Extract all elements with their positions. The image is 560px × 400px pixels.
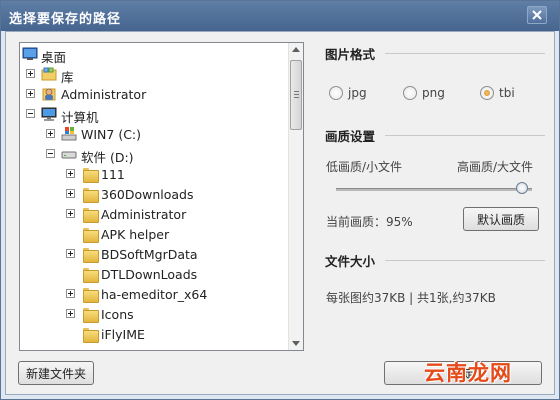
dialog-title: 选择要保存的路径 (9, 12, 122, 27)
tree-item[interactable]: 111 (20, 164, 288, 184)
tree-item-label: Administrator (101, 207, 187, 222)
tree-scrollbar[interactable] (288, 43, 303, 350)
size-section-title: 文件大小 (325, 254, 376, 269)
tree-item-label: Icons (101, 307, 134, 322)
expand-icon[interactable] (66, 249, 75, 258)
desktop-icon (22, 46, 38, 62)
expand-icon[interactable] (26, 69, 35, 78)
collapse-icon[interactable] (46, 149, 55, 158)
current-quality-text: 当前画质：95% (326, 215, 413, 229)
library-icon (41, 66, 57, 82)
title-bar[interactable]: 选择要保存的路径 (1, 1, 559, 31)
high-quality-label: 高画质/大文件 (457, 160, 534, 174)
close-button[interactable] (527, 6, 547, 24)
tree-item[interactable]: Administrator (20, 84, 288, 104)
tree-item[interactable]: Administrator (20, 204, 288, 224)
user-icon (41, 86, 57, 102)
radio-button[interactable] (403, 86, 417, 100)
folder-icon (83, 167, 99, 183)
windows-drive-icon (61, 126, 77, 142)
format-divider (385, 53, 545, 54)
folder-tree[interactable]: 桌面库 Administrator 计算机 WIN7 (C:) 软件 (D:) 111 36… (19, 42, 304, 351)
tree-item[interactable]: 桌面 (20, 44, 288, 65)
tree-item[interactable]: Icons (20, 304, 288, 324)
tree-item-label: APK helper (101, 227, 170, 242)
expand-icon[interactable] (66, 309, 75, 318)
tree-item-label: WIN7 (C:) (81, 127, 142, 142)
radio-button[interactable] (480, 86, 494, 100)
quality-slider-thumb[interactable] (516, 182, 529, 194)
folder-tree-items: 桌面库 Administrator 计算机 WIN7 (C:) 软件 (D:) 111 36… (20, 43, 288, 350)
computer-icon (41, 106, 57, 122)
low-quality-label: 低画质/小文件 (326, 160, 403, 174)
folder-icon (83, 267, 99, 283)
watermark-logo: 云南龙网 (424, 361, 512, 385)
scroll-thumb[interactable] (290, 60, 302, 130)
tree-item[interactable]: ha-emeditor_x64 (20, 284, 288, 304)
folder-icon (83, 247, 99, 263)
collapse-icon[interactable] (26, 109, 35, 118)
tree-item[interactable]: 计算机 (20, 104, 288, 125)
tree-item-label: 111 (101, 167, 125, 182)
drive-icon (61, 146, 77, 162)
tree-item[interactable]: iFlyIME (20, 324, 288, 344)
new-folder-button[interactable]: 新建文件夹 (18, 361, 94, 385)
folder-icon (83, 187, 99, 203)
scroll-down-icon[interactable] (292, 341, 300, 346)
radio-label: jpg (348, 86, 367, 100)
radio-label: tbi (499, 86, 515, 100)
expand-icon[interactable] (46, 129, 55, 138)
expand-icon[interactable] (26, 89, 35, 98)
close-icon (532, 10, 542, 20)
tree-item-label: BDSoftMgrData (101, 247, 198, 262)
tree-item[interactable]: BDSoftMgrData (20, 244, 288, 264)
tree-item-label: 360Downloads (101, 187, 194, 202)
expand-icon[interactable] (66, 209, 75, 218)
tree-item[interactable]: 软件 (D:) (20, 144, 288, 165)
quality-section-title: 画质设置 (325, 129, 376, 144)
scroll-up-icon[interactable] (292, 47, 300, 52)
expand-icon[interactable] (66, 189, 75, 198)
tree-item[interactable]: APK helper (20, 224, 288, 244)
size-divider (385, 260, 545, 261)
tree-item[interactable]: 库 (20, 64, 288, 85)
quality-divider (385, 135, 545, 136)
tree-item-label: DTLDownLoads (101, 267, 198, 282)
tree-item[interactable]: DTLDownLoads (20, 264, 288, 284)
quality-slider-track[interactable] (336, 188, 532, 191)
folder-icon (83, 207, 99, 223)
tree-item[interactable]: 360Downloads (20, 184, 288, 204)
folder-icon (83, 327, 99, 343)
tree-item-label: Administrator (61, 87, 147, 102)
expand-icon[interactable] (66, 289, 75, 298)
radio-button[interactable] (329, 86, 343, 100)
tree-item-label: iFlyIME (101, 327, 145, 342)
grip-icon (294, 91, 299, 98)
tree-item-label: ha-emeditor_x64 (101, 287, 208, 302)
folder-icon (83, 287, 99, 303)
radio-label: png (422, 86, 445, 100)
dialog-body: 桌面库 Administrator 计算机 WIN7 (C:) 软件 (D:) 111 36… (5, 31, 555, 395)
save-path-dialog: 选择要保存的路径 桌面库 Administrator 计算机 WIN7 (C:) 软件 … (0, 0, 560, 400)
expand-icon[interactable] (66, 169, 75, 178)
format-section-title: 图片格式 (325, 47, 376, 62)
folder-icon (83, 227, 99, 243)
tree-item[interactable]: WIN7 (C:) (20, 124, 288, 144)
default-quality-button[interactable]: 默认画质 (463, 207, 539, 231)
folder-icon (83, 307, 99, 323)
file-size-info: 每张图约37KB | 共1张,约37KB (326, 291, 496, 305)
